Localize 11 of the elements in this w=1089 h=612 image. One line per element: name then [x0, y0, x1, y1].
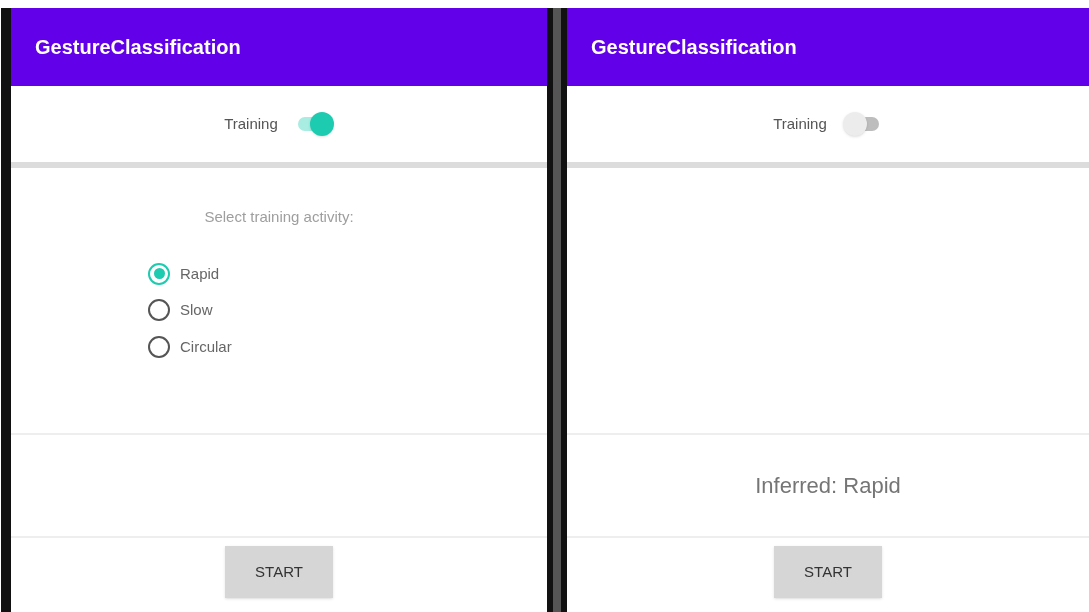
radio-option[interactable]: Slow — [148, 299, 232, 322]
start-button[interactable]: START — [774, 546, 882, 598]
training-label: Training — [224, 113, 278, 134]
radio-option[interactable]: Rapid — [148, 262, 232, 285]
training-label: Training — [773, 113, 827, 134]
inferred-result: Inferred: Rapid — [755, 472, 901, 500]
prompt-text: Select training activity: — [204, 207, 354, 227]
radio-option[interactable]: Circular — [148, 335, 232, 358]
app-title: GestureClassification — [591, 35, 797, 60]
start-button[interactable]: START — [225, 546, 333, 598]
app-title: GestureClassification — [35, 35, 241, 60]
